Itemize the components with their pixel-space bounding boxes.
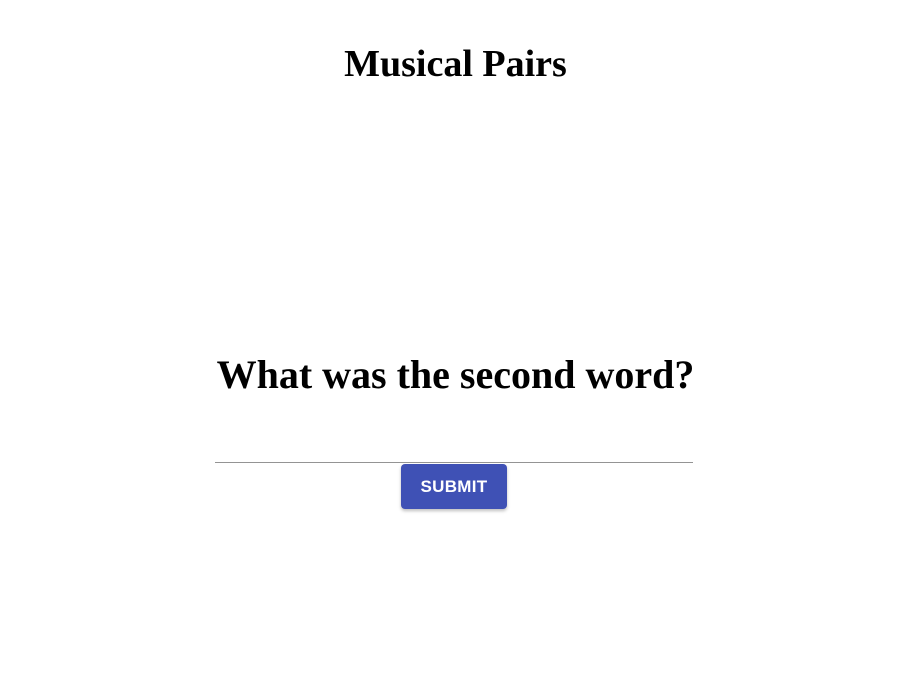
- answer-input[interactable]: [215, 430, 693, 463]
- question-text: What was the second word?: [216, 352, 695, 397]
- submit-button[interactable]: SUBMIT: [401, 464, 507, 509]
- page-title: Musical Pairs: [344, 43, 567, 85]
